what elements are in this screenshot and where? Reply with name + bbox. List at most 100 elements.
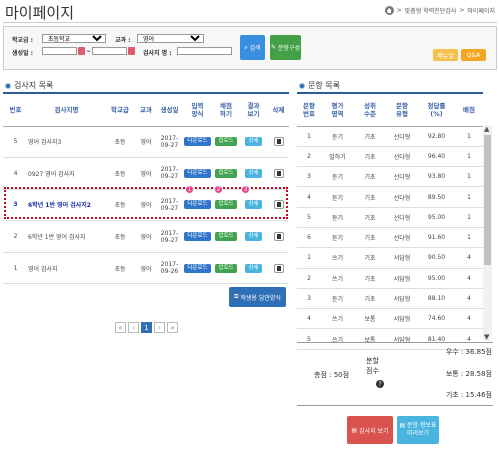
- cell-subject: 영어: [135, 126, 157, 159]
- row-no: 2: [13, 233, 18, 241]
- header-type: 문항 유형: [386, 92, 418, 127]
- breadcrumb-item-diagnosis[interactable]: 맞춤형 학력진단검사: [405, 6, 457, 15]
- item-area: 말하기: [321, 146, 354, 168]
- compose-items-button[interactable]: ✎ 문항구성: [270, 35, 301, 60]
- row-exam-name: 0927 영어 검사지: [28, 170, 75, 178]
- table-row[interactable]: 6 듣기 기초 선다형 91.60 1: [297, 227, 483, 249]
- item-score: 1: [455, 126, 483, 147]
- upload-button[interactable]: 업로드: [215, 168, 237, 178]
- search-button[interactable]: ⌕ 검색: [240, 35, 265, 60]
- student-answer-form-button[interactable]: ⧉ 학생용 답안양식: [229, 287, 286, 307]
- item-no: 3: [297, 288, 321, 310]
- table-row: 5 영어 검사지3 초등 영어 2017-09-27 다운로드 업로드 상세: [3, 126, 289, 159]
- upload-button[interactable]: 업로드: [215, 232, 237, 242]
- download-button[interactable]: 다운로드: [184, 232, 211, 242]
- help-icon[interactable]: ?: [376, 380, 384, 388]
- trash-icon[interactable]: [273, 168, 284, 178]
- item-type: 서답형: [386, 247, 418, 269]
- upload-button[interactable]: 업로드: [215, 137, 237, 147]
- student-answer-form-label: 학생용 답안양식: [240, 294, 281, 302]
- item-area: 쓰기: [321, 268, 354, 289]
- item-level: 기초: [354, 146, 386, 168]
- cell-level: 초등: [105, 126, 135, 159]
- table-row[interactable]: 4 쓰기 보통 서답형 74.60 4: [297, 308, 483, 330]
- item-no: 3: [297, 166, 321, 188]
- trash-icon[interactable]: [273, 137, 284, 147]
- calendar-icon[interactable]: [78, 47, 85, 55]
- item-type: 서답형: [386, 308, 418, 330]
- cell-exam-name: 영어 검사지: [28, 252, 105, 285]
- table-row[interactable]: 1 쓰기 기초 서답형 90.50 4: [297, 247, 483, 269]
- qa-button[interactable]: Q&A: [461, 49, 486, 61]
- breadcrumb-sep: >: [396, 7, 402, 14]
- page-first[interactable]: «: [115, 322, 126, 333]
- item-level: 기초: [354, 268, 386, 289]
- item-level: 기초: [354, 166, 386, 188]
- page-next[interactable]: ›: [154, 322, 165, 333]
- detail-button[interactable]: 상세: [245, 232, 262, 242]
- end-date-input[interactable]: [92, 47, 127, 55]
- header-input-form: 입력 양식: [182, 92, 213, 127]
- trash-icon[interactable]: [273, 263, 284, 273]
- scroll-up-icon[interactable]: ▲: [484, 125, 489, 133]
- table-row[interactable]: 3 듣기 기초 서답형 88.10 4: [297, 288, 483, 310]
- table-row[interactable]: 3 듣기 기초 선다형 93.80 1: [297, 166, 483, 188]
- cell-delete: [268, 252, 289, 285]
- item-info-preview-button[interactable]: ▤ 문항 정보표 미리보기: [397, 416, 439, 444]
- scroll-thumb[interactable]: [484, 135, 491, 265]
- subject-select[interactable]: 영어: [137, 34, 204, 43]
- table-row[interactable]: 2 말하기 기초 선다형 96.40 1: [297, 146, 483, 168]
- item-rate: 91.60: [418, 227, 455, 249]
- item-rate: 95.00: [418, 207, 455, 228]
- table-row[interactable]: 1 듣기 기초 선다형 92.80 1: [297, 126, 483, 147]
- home-icon[interactable]: [384, 6, 394, 15]
- scroll-down-icon[interactable]: ▼: [484, 333, 489, 341]
- header-result: 결과 보기: [239, 92, 268, 127]
- download-button[interactable]: 다운로드: [184, 168, 211, 178]
- upload-button[interactable]: 업로드: [215, 263, 237, 273]
- page-last[interactable]: »: [167, 322, 178, 333]
- cell-date: 2017-09-27: [157, 126, 182, 159]
- item-area: 듣기: [321, 227, 354, 249]
- page-prev[interactable]: ‹: [128, 322, 139, 333]
- download-button[interactable]: 다운로드: [184, 137, 211, 147]
- start-date-input[interactable]: [42, 47, 77, 55]
- detail-button[interactable]: 상세: [245, 168, 262, 178]
- cell-level: 초등: [105, 252, 135, 285]
- cell-download: 다운로드: [182, 220, 213, 253]
- cell-date: 2017-09-26: [157, 252, 182, 285]
- row-level: 초등: [114, 139, 126, 147]
- item-level: 기초: [354, 227, 386, 249]
- table-row[interactable]: 4 듣기 기초 선다형 89.50 1: [297, 186, 483, 208]
- table-row: 2 6학년 1반 영어 검사지 초등 영어 2017-09-27 다운로드 업로드 상세: [3, 220, 289, 253]
- item-level: 보통: [354, 308, 386, 330]
- compose-items-label: 문항구성: [277, 45, 301, 52]
- trash-icon[interactable]: [273, 232, 284, 242]
- calendar-icon[interactable]: [128, 47, 135, 55]
- item-rate: 90.50: [418, 247, 455, 269]
- download-button[interactable]: 다운로드: [184, 263, 211, 273]
- table-row[interactable]: 2 쓰기 기초 서답형 95.00 4: [297, 268, 483, 289]
- item-score: 4: [455, 247, 483, 269]
- page-current[interactable]: 1: [141, 322, 152, 333]
- detail-button[interactable]: 상세: [245, 137, 262, 147]
- cell-date: 2017-09-27: [157, 157, 182, 190]
- row-date: 2017-09-26: [160, 261, 179, 276]
- item-no: 4: [297, 308, 321, 330]
- exam-name-input[interactable]: [177, 47, 232, 55]
- row-date: 2017-09-27: [160, 134, 179, 149]
- exam-view-button[interactable]: ▤ 검사지 보기: [347, 416, 393, 444]
- item-score: 1: [455, 146, 483, 168]
- cut-score-basic: 기초 : 15.46점: [445, 391, 492, 399]
- item-rate: 95.00: [418, 268, 455, 289]
- table-row[interactable]: 5 듣기 기초 선다형 95.00 1: [297, 207, 483, 228]
- breadcrumb-item-mypage[interactable]: 마이페이지: [467, 6, 495, 15]
- item-area: 듣기: [321, 288, 354, 310]
- school-level-select[interactable]: 초등학교: [42, 34, 106, 43]
- item-score: 1: [455, 186, 483, 208]
- manual-button[interactable]: 매뉴얼: [433, 49, 458, 61]
- header-item-no: 문항 번호: [297, 92, 321, 127]
- cut-score-normal: 보통 : 28.58점: [445, 370, 492, 378]
- detail-button[interactable]: 상세: [245, 263, 262, 273]
- exam-view-label: 검사지 보기: [359, 427, 389, 435]
